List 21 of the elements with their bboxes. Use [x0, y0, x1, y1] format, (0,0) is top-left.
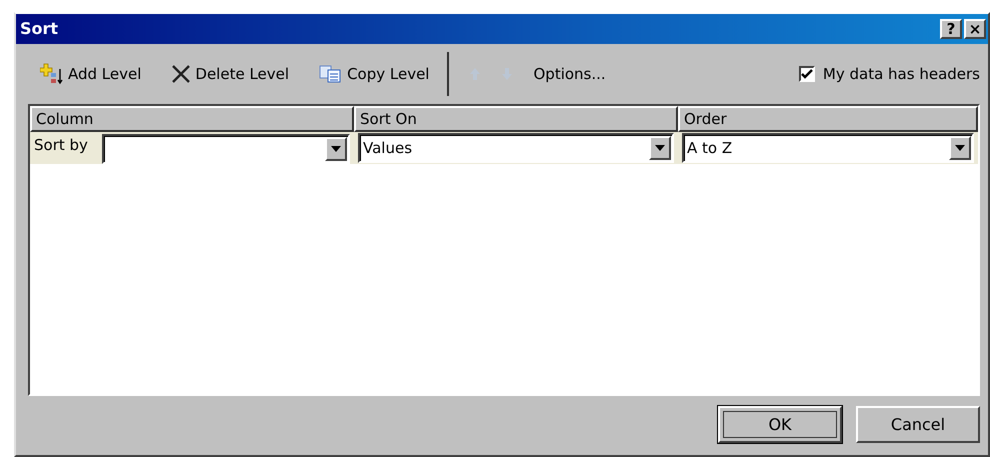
column-header: Sort On [354, 106, 678, 132]
x-icon [171, 64, 192, 84]
toolbar-button[interactable]: Copy Level [315, 60, 434, 88]
row-label: Sort by [34, 135, 88, 156]
help-button[interactable]: ? [940, 19, 962, 39]
toolbar-button[interactable]: Delete Level [167, 60, 294, 88]
dialog-button[interactable]: Cancel [856, 406, 980, 443]
column-header: Order [678, 106, 978, 132]
column-header: Column [30, 106, 354, 132]
plus-sort-icon [40, 63, 64, 85]
toolbar-button[interactable]: Options... [529, 60, 610, 88]
dropdown[interactable] [102, 134, 350, 164]
close-button[interactable]: × [964, 19, 986, 39]
toolbar-button[interactable]: Add Level [36, 60, 146, 88]
checkbox[interactable] [798, 66, 815, 82]
dropdown[interactable]: A to Z [682, 133, 974, 163]
dropdown[interactable]: Values [358, 133, 674, 163]
checkbox-label: My data has headers [822, 64, 980, 85]
window-title: Sort [20, 18, 60, 40]
copy-icon [319, 65, 344, 83]
dialog-button[interactable]: OK [718, 406, 842, 443]
